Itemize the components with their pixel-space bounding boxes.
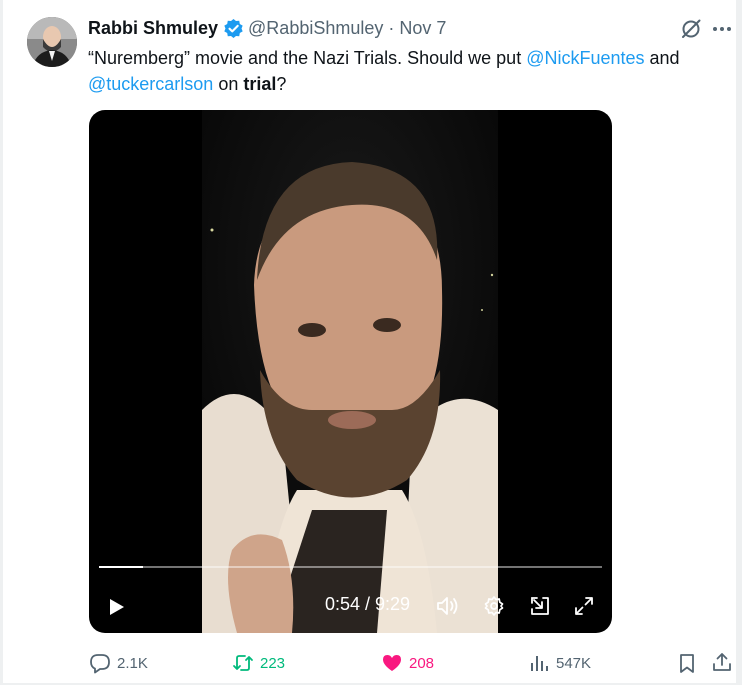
grok-icon[interactable] bbox=[680, 18, 702, 40]
time-display: 0:54 / 9:29 bbox=[325, 594, 411, 614]
author-handle[interactable]: @RabbiShmuley bbox=[248, 18, 383, 39]
tweet-date[interactable]: Nov 7 bbox=[399, 18, 446, 39]
pip-icon bbox=[531, 597, 549, 615]
fullscreen-icon bbox=[575, 597, 593, 615]
video-player[interactable]: 0:54 / 9:29 bbox=[89, 110, 612, 633]
reply-count: 2.1K bbox=[117, 654, 148, 672]
retweet-button[interactable]: 223 bbox=[232, 652, 285, 674]
settings-icon bbox=[484, 596, 504, 616]
reply-icon bbox=[89, 652, 111, 674]
views-count: 547K bbox=[556, 654, 592, 672]
tweet-text-and: and bbox=[644, 48, 680, 68]
bookmark-button[interactable] bbox=[676, 652, 698, 674]
progress-bar[interactable] bbox=[99, 566, 602, 568]
play-button[interactable] bbox=[101, 592, 131, 622]
tweet-text: “Nuremberg” movie and the Nazi Trials. S… bbox=[88, 45, 728, 97]
tweet-text-prefix: “Nuremberg” movie and the Nazi Trials. S… bbox=[88, 48, 527, 68]
heart-icon bbox=[381, 652, 403, 674]
like-button[interactable]: 208 bbox=[381, 652, 434, 674]
frame-right-border bbox=[736, 0, 742, 685]
avatar[interactable] bbox=[27, 17, 77, 67]
retweet-count: 223 bbox=[260, 654, 286, 672]
verified-badge-icon bbox=[223, 18, 244, 39]
mention-nickfuentes[interactable]: @NickFuentes bbox=[526, 48, 644, 68]
frame-left-border bbox=[0, 0, 3, 685]
fullscreen-button[interactable] bbox=[569, 591, 599, 621]
tweet-text-bold: trial bbox=[243, 74, 277, 94]
progress-fill bbox=[99, 566, 144, 568]
tweet-text-suffix: ? bbox=[276, 74, 287, 94]
author-name[interactable]: Rabbi Shmuley bbox=[88, 18, 218, 39]
reply-button[interactable]: 2.1K bbox=[89, 652, 148, 674]
separator-dot: · bbox=[388, 17, 395, 38]
share-icon bbox=[713, 653, 731, 671]
play-icon bbox=[110, 599, 124, 615]
retweet-icon bbox=[232, 652, 254, 674]
volume-icon bbox=[437, 597, 458, 615]
pip-button[interactable] bbox=[525, 591, 555, 621]
volume-button[interactable] bbox=[433, 591, 463, 621]
tweet-text-on: on bbox=[213, 74, 244, 94]
mention-tuckercarlson[interactable]: @tuckercarlson bbox=[88, 74, 213, 94]
bookmark-icon bbox=[680, 654, 694, 673]
views-icon bbox=[528, 652, 550, 674]
like-count: 208 bbox=[409, 654, 435, 672]
tweet-header: Rabbi Shmuley @RabbiShmuley · Nov 7 bbox=[88, 16, 446, 40]
video-frame[interactable] bbox=[202, 110, 498, 633]
views-button[interactable]: 547K bbox=[528, 652, 591, 674]
share-button[interactable] bbox=[711, 651, 733, 673]
settings-button[interactable] bbox=[479, 591, 509, 621]
more-icon[interactable] bbox=[708, 17, 736, 41]
